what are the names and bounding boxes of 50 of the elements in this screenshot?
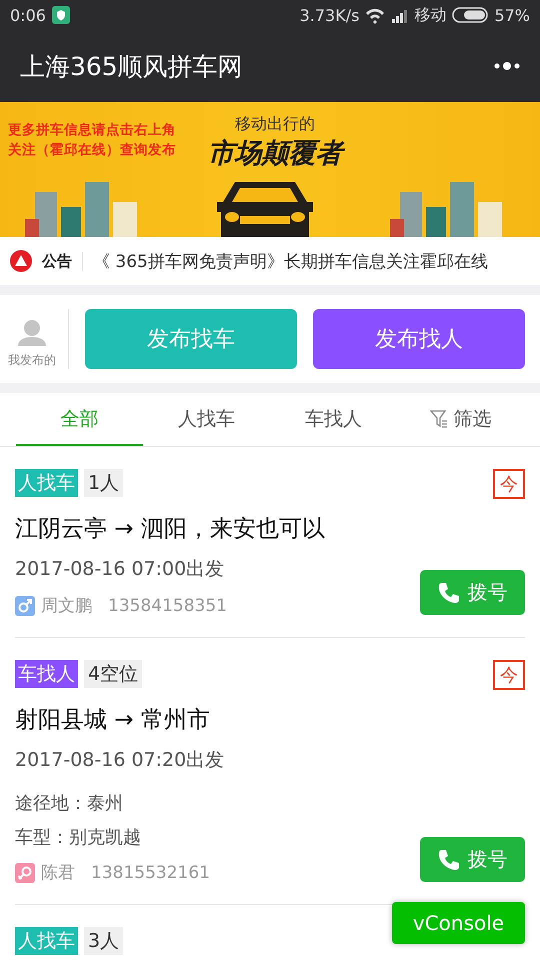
ride-type-tag: 车找人 <box>15 660 78 688</box>
phone-number: 13815532161 <box>91 862 210 882</box>
seats-tag: 3人 <box>84 927 124 955</box>
call-button[interactable]: 拨号 <box>420 837 525 882</box>
filter-tab[interactable]: 车找人 <box>270 393 397 446</box>
page-title: 上海365顺风拼车网 <box>20 50 243 82</box>
filter-tab[interactable]: 全部 <box>16 393 143 446</box>
ride-detail: 车型：别克凯越 <box>15 826 141 849</box>
vconsole-button[interactable]: vConsole <box>392 902 525 944</box>
status-time: 0:06 <box>10 6 46 24</box>
publish-button[interactable]: 发布找人 <box>313 309 525 369</box>
notice-link[interactable]: 《 365拼车网免责声明》长期拼车信息关注霍邱在线 <box>93 250 488 272</box>
person-icon <box>17 318 47 346</box>
female-icon <box>15 862 35 882</box>
wifi-icon <box>365 6 386 24</box>
ride-type-tag: 人找车 <box>15 469 78 497</box>
route-text: 射阳县城 → 常州市 <box>15 706 210 735</box>
banner-text: 关注（霍邱在线）查询发布 <box>8 141 176 160</box>
ride-detail: 途径地：泰州 <box>15 792 124 815</box>
today-badge: 今 <box>493 660 525 690</box>
banner-text: 更多拼车信息请点击右上角 <box>8 121 176 140</box>
network-speed: 3.73K/s <box>300 6 360 24</box>
today-badge: 今 <box>493 469 525 499</box>
filter-tab[interactable]: 人找车 <box>143 393 270 446</box>
carrier-name: 移动 <box>414 4 446 26</box>
more-icon[interactable] <box>494 60 520 72</box>
call-button[interactable]: 拨号 <box>420 570 525 615</box>
departure-time: 2017-08-16 07:20出发 <box>15 748 224 773</box>
battery-percent: 57% <box>494 6 530 24</box>
signal-icon <box>391 8 408 22</box>
seats-tag: 4空位 <box>84 660 142 688</box>
battery-icon <box>452 7 488 23</box>
shield-icon <box>52 6 70 24</box>
male-icon <box>15 596 35 616</box>
departure-time: 2017-08-16 07:00出发 <box>15 557 224 582</box>
publish-button[interactable]: 发布找车 <box>85 309 297 369</box>
announcement-icon <box>10 250 32 272</box>
contact-name: 周文鹏 <box>41 595 92 617</box>
banner-subtitle: 移动出行的 <box>235 114 315 135</box>
my-posts-label[interactable]: 我发布的 <box>8 352 56 369</box>
contact-name: 陈君 <box>41 862 75 884</box>
phone-icon <box>438 582 460 604</box>
seats-tag: 1人 <box>84 469 124 497</box>
notice-label: 公告 <box>42 252 83 270</box>
phone-number: 13584158351 <box>108 596 227 616</box>
filter-button[interactable]: 筛选 <box>397 393 524 446</box>
filter-icon <box>430 410 448 428</box>
route-text: 江阴云亭 → 泗阳，来安也可以 <box>15 515 325 544</box>
ride-type-tag: 人找车 <box>15 927 78 955</box>
phone-icon <box>438 848 460 870</box>
